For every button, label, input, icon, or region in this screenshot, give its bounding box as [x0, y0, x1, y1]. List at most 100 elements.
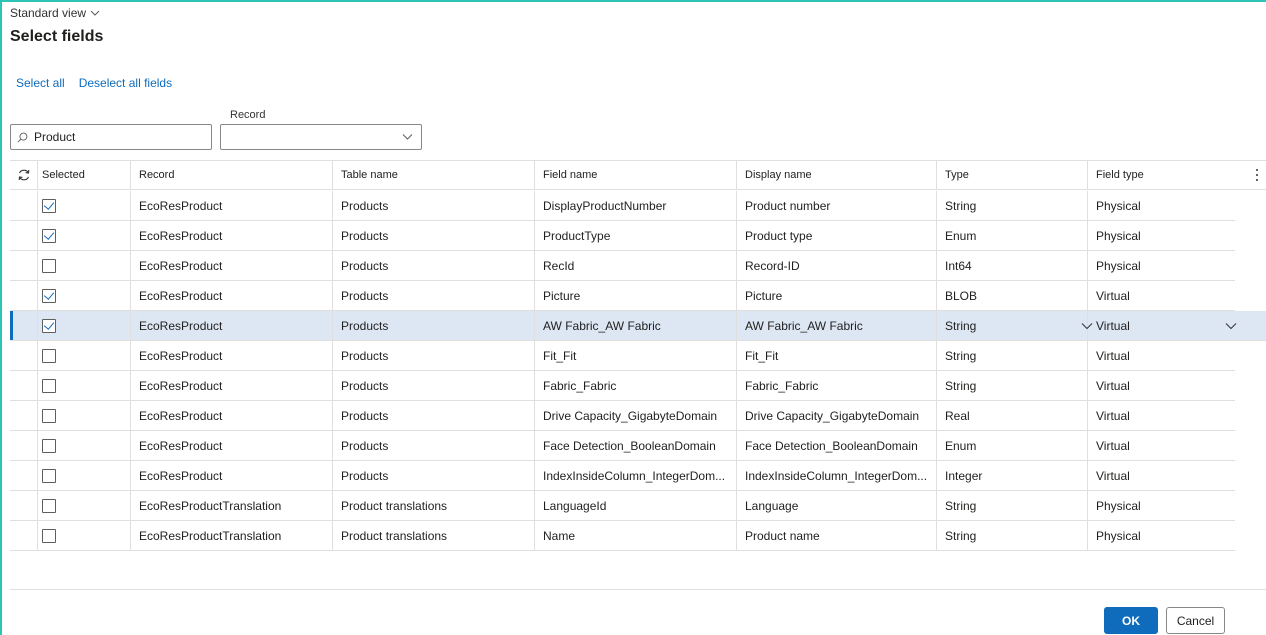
column-header-record[interactable]: Record — [131, 161, 333, 189]
table-row[interactable]: EcoResProduct Products ProductType Product … — [10, 221, 1235, 251]
table-row[interactable]: EcoResProduct Products Drive Capacity_Giga… — [10, 401, 1235, 431]
cell-table-name-text: Product translations — [341, 498, 448, 513]
chevron-down-icon[interactable] — [1225, 322, 1237, 330]
row-handle-cell — [10, 191, 38, 220]
checkbox-icon[interactable] — [42, 408, 56, 423]
cell-field-type: Virtual — [1088, 461, 1235, 490]
column-header-display-name[interactable]: Display name — [737, 161, 937, 189]
cell-field-name-text: Fabric_Fabric — [543, 378, 617, 393]
table-row[interactable]: EcoResProductTranslation Product translat… — [10, 521, 1235, 551]
checkbox-icon[interactable] — [42, 528, 56, 543]
select-all-link[interactable]: Select all — [16, 76, 65, 90]
cell-field-name: Drive Capacity_GigabyteDomain — [535, 401, 737, 430]
cell-display-name: Record-ID — [737, 251, 937, 280]
cell-type: String — [937, 521, 1088, 550]
cell-field-name-text: Face Detection_BooleanDomain — [543, 438, 716, 453]
search-input[interactable]: Product — [10, 124, 212, 150]
checkbox-icon[interactable] — [42, 318, 56, 333]
search-value: Product — [34, 130, 76, 144]
table-row[interactable]: EcoResProduct Products IndexInsideColumn_I… — [10, 461, 1235, 491]
row-handle-cell — [10, 431, 38, 460]
checkbox-icon[interactable] — [42, 228, 56, 243]
column-header-field-name[interactable]: Field name — [535, 161, 737, 189]
table-row[interactable]: EcoResProduct Products Fabric_Fabric Fabric… — [10, 371, 1235, 401]
cell-field-type-text: Virtual — [1096, 438, 1130, 453]
row-handle-cell — [10, 371, 38, 400]
table-row[interactable]: EcoResProduct Products DisplayProductNumbe… — [10, 191, 1235, 221]
cell-field-name-text: Drive Capacity_GigabyteDomain — [543, 408, 718, 423]
cell-selected — [38, 401, 131, 430]
cell-type-text: String — [945, 378, 977, 393]
refresh-icon — [18, 169, 30, 181]
table-row[interactable]: EcoResProduct Products RecId Record-ID Int64… — [10, 251, 1235, 281]
cell-table-name: Products — [333, 461, 535, 490]
chevron-down-icon[interactable] — [1081, 322, 1093, 330]
view-label: Standard view — [10, 6, 87, 20]
deselect-all-link[interactable]: Deselect all fields — [79, 76, 172, 90]
cell-display-name: Product type — [737, 221, 937, 250]
checkbox-icon[interactable] — [42, 258, 56, 273]
checkbox-icon[interactable] — [42, 198, 56, 213]
checkbox-icon[interactable] — [42, 348, 56, 363]
cell-selected — [38, 281, 131, 310]
cell-table-name-text: Products — [341, 258, 389, 273]
cell-record-text: EcoResProduct — [139, 198, 223, 213]
cell-selected — [38, 341, 131, 370]
checkbox-icon[interactable] — [42, 378, 56, 393]
cell-type-text: String — [945, 528, 977, 543]
cell-type: Integer — [937, 461, 1088, 490]
cell-table-name-text: Products — [341, 348, 389, 363]
cell-field-type: Virtual — [1088, 371, 1235, 400]
cell-table-name-text: Products — [341, 438, 389, 453]
page-title: Select fields — [10, 28, 104, 45]
cell-record-text: EcoResProduct — [139, 228, 223, 243]
cell-table-name: Product translations — [333, 521, 535, 550]
table-row[interactable]: EcoResProduct Products Picture Picture BLOB V… — [10, 281, 1235, 311]
cell-field-name: AW Fabric_AW Fabric — [535, 311, 737, 340]
column-header-selected[interactable]: Selected — [38, 161, 131, 189]
column-header-table-name[interactable]: Table name — [333, 161, 535, 189]
cell-field-name: DisplayProductNumber — [535, 191, 737, 220]
checkbox-icon[interactable] — [42, 498, 56, 513]
cell-field-type-text: Virtual — [1096, 348, 1130, 363]
cell-type: Real — [937, 401, 1088, 430]
cell-type: Int64 — [937, 251, 1088, 280]
cell-type-text: BLOB — [945, 288, 978, 303]
checkbox-icon[interactable] — [42, 468, 56, 483]
chevron-down-icon — [90, 10, 100, 16]
refresh-button[interactable] — [10, 161, 38, 189]
cell-selected — [38, 491, 131, 520]
view-selector[interactable]: Standard view — [10, 6, 100, 20]
cancel-button[interactable]: Cancel — [1166, 607, 1225, 634]
cell-field-type-text: Virtual — [1096, 408, 1130, 423]
column-header-type[interactable]: Type — [937, 161, 1088, 189]
cell-table-name: Products — [333, 311, 535, 340]
ok-button[interactable]: OK — [1104, 607, 1158, 634]
checkbox-icon[interactable] — [42, 288, 56, 303]
cell-field-name-text: Picture — [543, 288, 581, 303]
column-header-field-type[interactable]: Field type — [1088, 161, 1235, 189]
row-handle-cell — [10, 221, 38, 250]
search-icon — [17, 132, 28, 142]
cell-display-name: Language — [737, 491, 937, 520]
table-row[interactable]: EcoResProduct Products AW Fabric_AW Fabric… — [10, 311, 1266, 341]
table-row[interactable]: EcoResProductTranslation Product translat… — [10, 491, 1235, 521]
cell-display-name-text: Face Detection_BooleanDomain — [745, 438, 918, 453]
action-links: Select all Deselect all fields — [16, 76, 172, 90]
cell-field-type[interactable]: Virtual — [1088, 311, 1235, 340]
cell-type-text: Int64 — [945, 258, 972, 273]
record-select[interactable] — [220, 124, 422, 150]
cell-type[interactable]: String — [937, 311, 1088, 340]
cell-display-name: Product name — [737, 521, 937, 550]
table-row[interactable]: EcoResProduct Products Face Detection_Bool… — [10, 431, 1235, 461]
cell-display-name-text: Product type — [745, 228, 813, 243]
cell-record: EcoResProductTranslation — [131, 521, 333, 550]
cell-table-name: Products — [333, 281, 535, 310]
cell-record: EcoResProduct — [131, 401, 333, 430]
more-options-button[interactable] — [1248, 161, 1266, 189]
cell-record: EcoResProduct — [131, 311, 333, 340]
cell-display-name: AW Fabric_AW Fabric — [737, 311, 937, 340]
table-row[interactable]: EcoResProduct Products Fit_Fit Fit_Fit Strin… — [10, 341, 1235, 371]
checkbox-icon[interactable] — [42, 438, 56, 453]
cell-field-name-text: DisplayProductNumber — [543, 198, 667, 213]
